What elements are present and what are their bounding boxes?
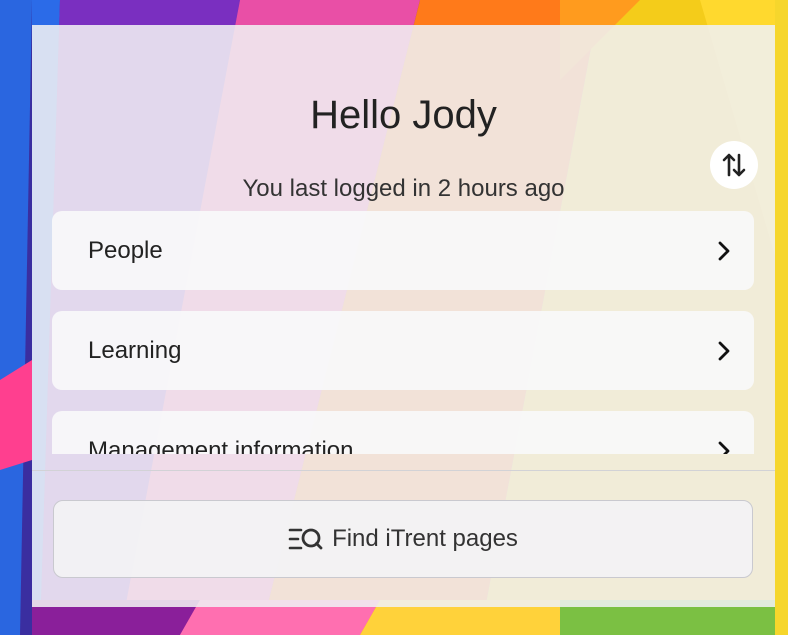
- menu-list[interactable]: People Learning Management information: [52, 211, 754, 454]
- find-button-label: Find iTrent pages: [332, 525, 518, 552]
- sort-up-down-icon: [722, 153, 746, 177]
- menu-search-icon: [288, 528, 323, 550]
- chevron-right-icon: [718, 341, 730, 361]
- menu-item-label: Learning: [88, 337, 182, 364]
- greeting-title: Hello Jody: [310, 93, 497, 137]
- menu-item-learning[interactable]: Learning: [52, 311, 754, 390]
- find-itrent-pages-button[interactable]: Find iTrent pages: [53, 500, 753, 578]
- last-login-text: You last logged in 2 hours ago: [242, 175, 565, 202]
- chevron-right-icon: [718, 441, 730, 454]
- sort-button[interactable]: [710, 141, 758, 189]
- menu-item-management-information[interactable]: Management information: [52, 411, 754, 454]
- chevron-right-icon: [718, 241, 730, 261]
- menu-item-label: People: [88, 237, 163, 264]
- menu-item-people[interactable]: People: [52, 211, 754, 290]
- divider: [32, 470, 775, 471]
- menu-item-label: Management information: [88, 437, 354, 454]
